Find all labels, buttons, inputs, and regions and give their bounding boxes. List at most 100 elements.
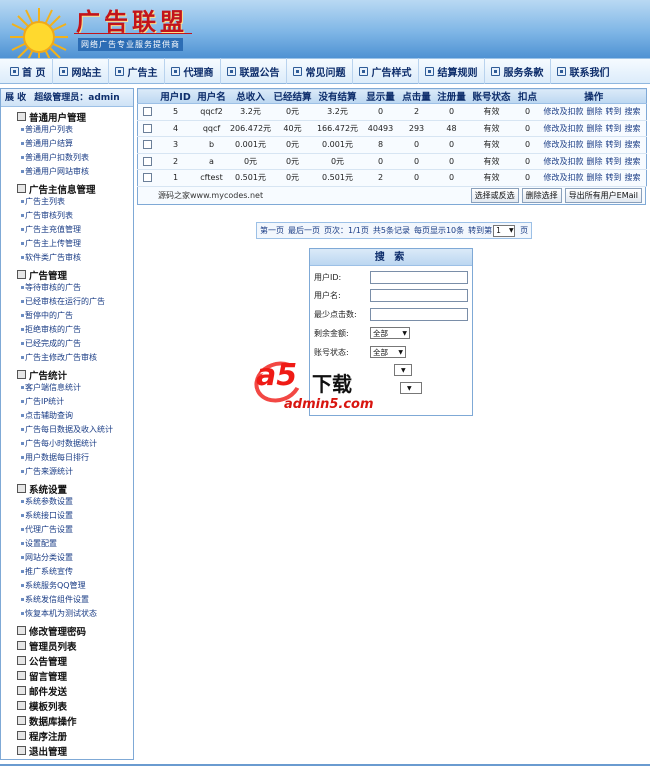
sidebar-item[interactable]: 软件类广告审核	[1, 251, 133, 265]
sidebar-item[interactable]: 网站分类设置	[1, 551, 133, 565]
sidebar-item[interactable]: 拒绝审核的广告	[1, 323, 133, 337]
page-select[interactable]: 1 ▼	[493, 224, 516, 237]
delete-link[interactable]: 删除	[587, 124, 603, 133]
goto-link[interactable]: 转到	[606, 107, 622, 116]
row-checkbox[interactable]	[143, 123, 153, 133]
sidebar-item[interactable]: 点击辅助查询	[1, 409, 133, 423]
min-clicks-input[interactable]	[370, 308, 468, 321]
sidebar-item[interactable]: 广告主充值管理	[1, 223, 133, 237]
sidebar-item[interactable]: 广告审核列表	[1, 209, 133, 223]
sidebar-item[interactable]: 设置配置	[1, 537, 133, 551]
nav-contact[interactable]: 联系我们	[551, 58, 616, 84]
sidebar-group-title[interactable]: 系统设置	[1, 482, 133, 496]
search-link[interactable]: 搜索	[625, 140, 641, 149]
user-id-input[interactable]	[370, 271, 468, 284]
sidebar-link[interactable]: 公告管理	[1, 653, 133, 668]
goto-link[interactable]: 转到	[606, 157, 622, 166]
delete-link[interactable]: 删除	[587, 157, 603, 166]
nav-settlement[interactable]: 结算规则	[419, 58, 486, 84]
edit-deduct-link[interactable]: 修改及扣款	[544, 157, 584, 166]
row-checkbox[interactable]	[143, 173, 153, 183]
sidebar-item[interactable]: 普通用户结算	[1, 137, 133, 151]
row-checkbox[interactable]	[143, 156, 153, 166]
sidebar-item[interactable]: 广告来源统计	[1, 465, 133, 479]
sidebar-item[interactable]: 系统服务QQ管理	[1, 579, 133, 593]
first-page-link[interactable]: 第一页	[260, 225, 284, 236]
edit-deduct-link[interactable]: 修改及扣款	[544, 107, 584, 116]
sidebar-item[interactable]: 恢复本机为测试状态	[1, 607, 133, 621]
cell-deduct: 0	[513, 153, 542, 170]
sidebar-group-title[interactable]: 普通用户管理	[1, 110, 133, 124]
delete-selected-button[interactable]: 删除选择	[521, 187, 562, 203]
sidebar-item[interactable]: 用户数据每日排行	[1, 451, 133, 465]
sidebar-group-title[interactable]: 广告主信息管理	[1, 182, 133, 196]
nav-advertiser[interactable]: 广告主	[109, 58, 166, 84]
nav-home[interactable]: 首 页	[4, 58, 54, 84]
sidebar-item[interactable]: 广告IP统计	[1, 395, 133, 409]
sidebar-item[interactable]: 普通用户网站审核	[1, 165, 133, 179]
sidebar-link[interactable]: 管理员列表	[1, 638, 133, 653]
sidebar-item[interactable]: 广告主上传管理	[1, 237, 133, 251]
sidebar-link[interactable]: 模板列表	[1, 698, 133, 713]
last-page-link[interactable]: 最后一页	[288, 225, 320, 236]
cell-id: 5	[157, 103, 194, 121]
row-checkbox[interactable]	[143, 140, 153, 150]
bottom-divider	[0, 764, 650, 766]
row-checkbox[interactable]	[143, 107, 153, 117]
edit-deduct-link[interactable]: 修改及扣款	[544, 173, 584, 182]
toggle-select-button[interactable]: 选择或反选	[470, 187, 519, 203]
nav-site-owner[interactable]: 网站主	[53, 58, 110, 84]
search-title: 搜 索	[310, 249, 472, 266]
sidebar-group-title[interactable]: 广告管理	[1, 268, 133, 282]
sidebar-link[interactable]: 退出管理	[1, 743, 133, 758]
sidebar-link[interactable]: 数据库操作	[1, 713, 133, 728]
edit-deduct-link[interactable]: 修改及扣款	[544, 124, 584, 133]
col-unsettled: 没有结算	[313, 88, 362, 104]
sidebar-item[interactable]: 暂停中的广告	[1, 309, 133, 323]
delete-link[interactable]: 删除	[587, 140, 603, 149]
goto-link[interactable]: 转到	[606, 124, 622, 133]
nav-notice[interactable]: 联盟公告	[221, 58, 288, 84]
nav-agent[interactable]: 代理商	[165, 58, 222, 84]
sidebar-item[interactable]: 广告每日数据及收入统计	[1, 423, 133, 437]
delete-link[interactable]: 删除	[587, 107, 603, 116]
nav-faq[interactable]: 常见问题	[287, 58, 354, 84]
sidebar-item[interactable]: 推广系统宣传	[1, 565, 133, 579]
goto-link[interactable]: 转到	[606, 140, 622, 149]
search-link[interactable]: 搜索	[625, 173, 641, 182]
delete-link[interactable]: 删除	[587, 173, 603, 182]
nav-terms[interactable]: 服务条款	[485, 58, 552, 84]
collapse-toggle[interactable]: 展 收	[5, 93, 26, 103]
search-link[interactable]: 搜索	[625, 157, 641, 166]
ad-style-icon	[359, 66, 369, 76]
sidebar-item[interactable]: 广告每小时数据统计	[1, 437, 133, 451]
search-link[interactable]: 搜索	[625, 107, 641, 116]
sidebar-item[interactable]: 代理广告设置	[1, 523, 133, 537]
export-email-button[interactable]: 导出所有用户EMail	[564, 187, 642, 203]
sidebar-link[interactable]: 邮件发送	[1, 683, 133, 698]
sidebar-item[interactable]: 系统参数设置	[1, 495, 133, 509]
cell-unsettled: 3.2元	[313, 103, 362, 121]
balance-select[interactable]: 全部 ▼	[370, 327, 410, 339]
sidebar-group-title[interactable]: 广告统计	[1, 368, 133, 382]
sidebar-item[interactable]: 广告主修改广告审核	[1, 351, 133, 365]
cell-settled: 0元	[271, 153, 314, 170]
sidebar-item[interactable]: 广告主列表	[1, 195, 133, 209]
sidebar-item[interactable]: 普通用户扣数列表	[1, 151, 133, 165]
sidebar-item[interactable]: 系统接口设置	[1, 509, 133, 523]
sidebar-item[interactable]: 普通用户列表	[1, 123, 133, 137]
sidebar-item[interactable]: 已经完成的广告	[1, 337, 133, 351]
goto-link[interactable]: 转到	[606, 173, 622, 182]
sidebar-link[interactable]: 留言管理	[1, 668, 133, 683]
edit-deduct-link[interactable]: 修改及扣款	[544, 140, 584, 149]
sidebar-item[interactable]: 客户端信息统计	[1, 381, 133, 395]
sidebar-item[interactable]: 系统发信组件设置	[1, 593, 133, 607]
cell-unsettled: 0.501元	[313, 169, 362, 187]
sidebar-link[interactable]: 程序注册	[1, 728, 133, 743]
search-link[interactable]: 搜索	[625, 124, 641, 133]
nav-ad-style[interactable]: 广告样式	[353, 58, 420, 84]
sidebar-link[interactable]: 修改管理密码	[1, 623, 133, 638]
sidebar-item[interactable]: 等待审核的广告	[1, 281, 133, 295]
username-input[interactable]	[370, 289, 468, 302]
sidebar-item[interactable]: 已经审核在运行的广告	[1, 295, 133, 309]
